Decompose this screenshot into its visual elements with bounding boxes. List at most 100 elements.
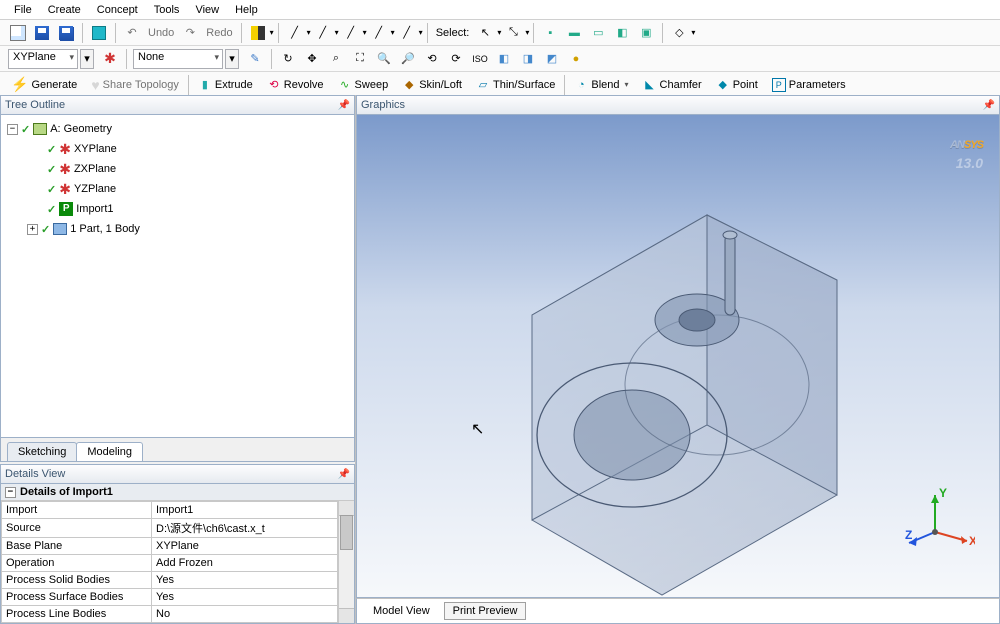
highlight[interactable]: ● xyxy=(565,48,587,70)
menu-view[interactable]: View xyxy=(187,2,227,18)
view-dropdown[interactable]: ◇ xyxy=(668,22,690,44)
menu-tools[interactable]: Tools xyxy=(146,2,188,18)
line-tool-2[interactable]: ╱ xyxy=(312,22,334,44)
filter-2[interactable]: ▬ xyxy=(563,22,585,44)
line4-icon: ╱ xyxy=(372,26,386,40)
pin-icon[interactable]: 📌 xyxy=(983,100,995,111)
color-picker[interactable] xyxy=(247,22,269,44)
line2-icon: ╱ xyxy=(316,26,330,40)
revolve-button[interactable]: ⟲Revolve xyxy=(262,74,329,96)
next-view[interactable]: ⟳ xyxy=(445,48,467,70)
chamfer-button[interactable]: ◣Chamfer xyxy=(638,74,707,96)
tree-outline[interactable]: − ✓ A: Geometry ✓ ✱ XYPlane ✓ ✱ ZXPlane … xyxy=(0,115,355,438)
share-topology-button[interactable]: ♥Share Topology xyxy=(86,74,184,96)
menu-file[interactable]: File xyxy=(6,2,40,18)
expand-icon[interactable]: + xyxy=(27,224,38,235)
sweep-button[interactable]: ∿Sweep xyxy=(333,74,394,96)
point-button[interactable]: ◆Point xyxy=(711,74,763,96)
zoom-in[interactable]: 🔍 xyxy=(373,48,395,70)
prop-value[interactable]: XYPlane xyxy=(152,538,338,555)
graphics-viewport[interactable]: ANSYS 13.0 xyxy=(356,115,1000,598)
table-row[interactable]: SourceD:\源文件\ch6\cast.x_t xyxy=(2,519,338,538)
generate-button[interactable]: ⚡Generate xyxy=(6,74,82,96)
blend-button[interactable]: ◔Blend▾ xyxy=(569,74,633,96)
prop-value[interactable]: Yes xyxy=(152,572,338,589)
sketch-dropdown[interactable]: None xyxy=(133,49,223,69)
model-render xyxy=(357,115,997,598)
tab-print-preview[interactable]: Print Preview xyxy=(444,602,527,620)
line-tool-4[interactable]: ╱ xyxy=(368,22,390,44)
line-tool-5[interactable]: ╱ xyxy=(396,22,418,44)
prop-value[interactable]: D:\源文件\ch6\cast.x_t xyxy=(152,519,338,538)
toolbar-main: ↶ Undo ↷ Redo ▾ ╱▾ ╱▾ ╱▾ ╱▾ ╱▾ Select: ↖… xyxy=(0,20,1000,46)
filter-1[interactable]: ▪ xyxy=(539,22,561,44)
cube-2[interactable]: ◨ xyxy=(517,48,539,70)
undo-button[interactable]: ↶ xyxy=(121,22,143,44)
filter-4[interactable]: ◧ xyxy=(611,22,633,44)
table-row[interactable]: Process Surface BodiesYes xyxy=(2,589,338,606)
details-section-header[interactable]: − Details of Import1 xyxy=(1,484,354,501)
cube-3[interactable]: ◩ xyxy=(541,48,563,70)
thin-surface-button[interactable]: ▱Thin/Surface xyxy=(471,74,560,96)
collapse-icon[interactable]: − xyxy=(5,487,16,498)
extrude-button[interactable]: ▮Extrude xyxy=(193,74,258,96)
sketch-new-button[interactable]: ▾ xyxy=(225,49,239,69)
filter-5[interactable]: ▣ xyxy=(635,22,657,44)
skinloft-button[interactable]: ◆Skin/Loft xyxy=(397,74,467,96)
bulb-icon: ● xyxy=(569,52,583,66)
edge-filter-icon: ▬ xyxy=(567,26,581,40)
zoom-fit[interactable]: ⛶ xyxy=(349,48,371,70)
tab-sketching[interactable]: Sketching xyxy=(7,442,77,461)
tab-modeling[interactable]: Modeling xyxy=(76,442,143,461)
prop-value[interactable]: Import1 xyxy=(152,502,338,519)
zoom-box[interactable]: ⌕ xyxy=(325,48,347,70)
cube-1[interactable]: ◧ xyxy=(493,48,515,70)
menu-help[interactable]: Help xyxy=(227,2,266,18)
tree-parts[interactable]: + ✓ 1 Part, 1 Body xyxy=(3,219,352,239)
new-button[interactable] xyxy=(7,22,29,44)
details-scrollbar[interactable] xyxy=(338,501,354,623)
scrollbar-thumb[interactable] xyxy=(340,515,353,550)
axis-triad[interactable]: X Y Z xyxy=(905,487,975,557)
table-row[interactable]: ImportImport1 xyxy=(2,502,338,519)
save-as-button[interactable] xyxy=(55,22,77,44)
tree-import1[interactable]: ✓ P Import1 xyxy=(3,199,352,219)
line-tool-1[interactable]: ╱ xyxy=(284,22,306,44)
select-arrow[interactable]: ↖ xyxy=(474,22,496,44)
pin-icon[interactable]: 📌 xyxy=(338,469,350,480)
sketch-create[interactable]: ✎ xyxy=(244,48,266,70)
line-tool-3[interactable]: ╱ xyxy=(340,22,362,44)
rotate-view[interactable]: ↻ xyxy=(277,48,299,70)
select-pick[interactable]: ⤡ xyxy=(502,22,524,44)
pin-icon[interactable]: 📌 xyxy=(338,100,350,111)
plane-dropdown[interactable]: XYPlane xyxy=(8,49,78,69)
redo-button[interactable]: ↷ xyxy=(179,22,201,44)
prop-value[interactable]: No xyxy=(152,606,338,623)
plane-create[interactable]: ✱ xyxy=(99,48,121,70)
plane-icon: ✱ xyxy=(104,50,116,67)
pan-view[interactable]: ✥ xyxy=(301,48,323,70)
table-row[interactable]: Process Solid BodiesYes xyxy=(2,572,338,589)
tree-zxplane[interactable]: ✓ ✱ ZXPlane xyxy=(3,159,352,179)
table-row[interactable]: OperationAdd Frozen xyxy=(2,555,338,572)
parameters-button[interactable]: PParameters xyxy=(767,74,851,96)
zoom-out[interactable]: 🔎 xyxy=(397,48,419,70)
tree-xyplane[interactable]: ✓ ✱ XYPlane xyxy=(3,139,352,159)
prop-value[interactable]: Add Frozen xyxy=(152,555,338,572)
menu-create[interactable]: Create xyxy=(40,2,89,18)
collapse-icon[interactable]: − xyxy=(7,124,18,135)
prev-view[interactable]: ⟲ xyxy=(421,48,443,70)
look-at[interactable]: ISO xyxy=(469,48,491,70)
tab-model-view[interactable]: Model View xyxy=(365,603,438,619)
filter-3[interactable]: ▭ xyxy=(587,22,609,44)
capture-button[interactable] xyxy=(88,22,110,44)
tree-yzplane[interactable]: ✓ ✱ YZPlane xyxy=(3,179,352,199)
menu-concept[interactable]: Concept xyxy=(89,2,146,18)
new-icon xyxy=(10,25,26,41)
plane-new-button[interactable]: ▾ xyxy=(80,49,94,69)
prop-value[interactable]: Yes xyxy=(152,589,338,606)
tree-root[interactable]: − ✓ A: Geometry xyxy=(3,119,352,139)
table-row[interactable]: Base PlaneXYPlane xyxy=(2,538,338,555)
save-button[interactable] xyxy=(31,22,53,44)
table-row[interactable]: Process Line BodiesNo xyxy=(2,606,338,623)
